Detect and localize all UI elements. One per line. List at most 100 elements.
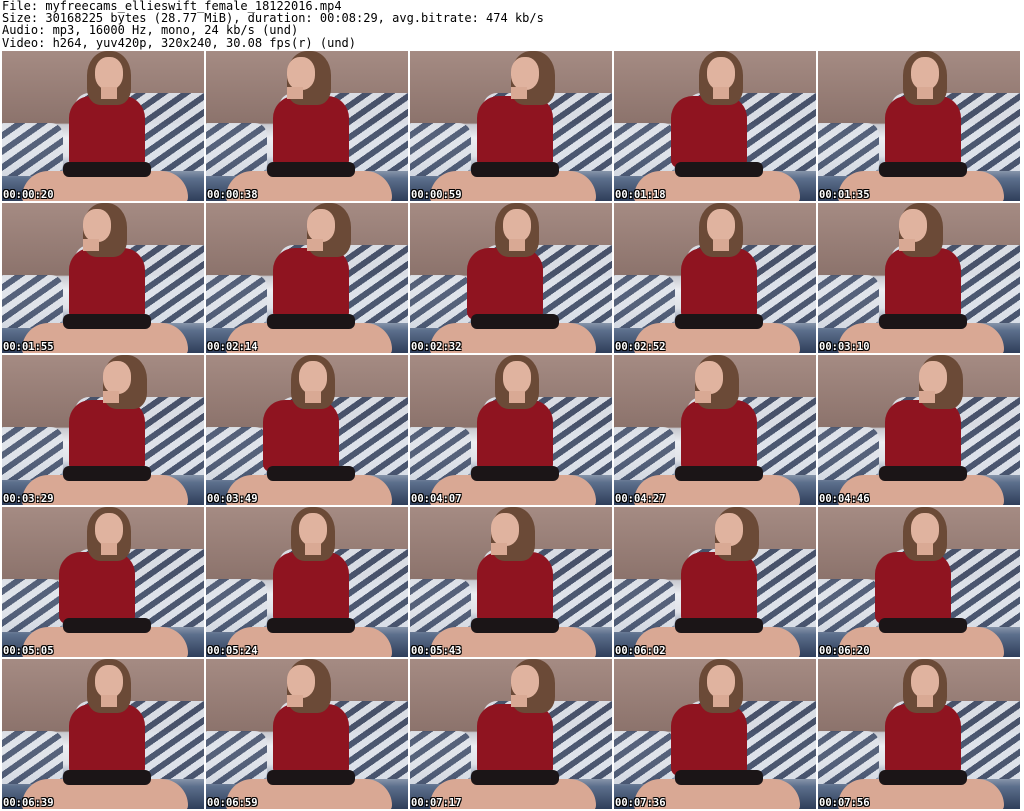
video-thumbnail[interactable]: 00:02:52 <box>614 203 816 353</box>
frame-shirt <box>466 248 544 320</box>
timestamp-label: 00:06:02 <box>615 645 666 657</box>
frame-face <box>694 361 724 394</box>
timestamp-label: 00:00:20 <box>3 189 54 201</box>
video-thumbnail[interactable]: 00:00:59 <box>410 51 612 201</box>
video-thumbnail[interactable]: 00:00:38 <box>206 51 408 201</box>
video-thumbnail[interactable]: 00:04:46 <box>818 355 1020 505</box>
frame-shorts <box>266 162 356 177</box>
frame-face <box>910 57 940 90</box>
video-thumbnail[interactable]: 00:07:56 <box>818 659 1020 809</box>
frame-shorts <box>674 618 764 633</box>
frame-shorts <box>674 162 764 177</box>
frame-shorts <box>470 618 560 633</box>
video-thumbnail[interactable]: 00:07:17 <box>410 659 612 809</box>
timestamp-label: 00:07:36 <box>615 797 666 809</box>
frame-face <box>286 57 316 90</box>
frame-pillow2 <box>410 275 471 328</box>
timestamp-label: 00:02:32 <box>411 341 462 353</box>
frame-shirt <box>670 96 748 168</box>
frame-shirt <box>272 704 350 776</box>
frame-shirt <box>476 704 554 776</box>
frame-pillow2 <box>614 731 675 784</box>
frame-face <box>94 665 124 698</box>
frame-face <box>715 513 744 546</box>
frame-shirt <box>884 704 962 776</box>
timestamp-label: 00:06:59 <box>207 797 258 809</box>
video-thumbnail[interactable]: 00:07:36 <box>614 659 816 809</box>
frame-face <box>919 361 948 394</box>
video-thumbnail[interactable]: 00:06:59 <box>206 659 408 809</box>
frame-face <box>706 665 736 698</box>
frame-shorts <box>62 618 152 633</box>
frame-shirt <box>476 400 554 472</box>
frame-pillow2 <box>410 579 471 632</box>
frame-shorts <box>266 618 356 633</box>
video-thumbnail[interactable]: 00:01:18 <box>614 51 816 201</box>
frame-shorts <box>62 466 152 481</box>
video-thumbnail[interactable]: 00:06:20 <box>818 507 1020 657</box>
timestamp-label: 00:03:49 <box>207 493 258 505</box>
video-thumbnail[interactable]: 00:03:29 <box>2 355 204 505</box>
video-thumbnail[interactable]: 00:03:10 <box>818 203 1020 353</box>
frame-pillow2 <box>410 731 471 784</box>
frame-shirt <box>58 552 136 624</box>
frame-neck <box>508 391 526 403</box>
video-thumbnail[interactable]: 00:05:24 <box>206 507 408 657</box>
frame-shirt <box>272 96 350 168</box>
frame-pillow2 <box>206 123 267 176</box>
video-thumbnail[interactable]: 00:04:27 <box>614 355 816 505</box>
video-thumbnail[interactable]: 00:00:20 <box>2 51 204 201</box>
timestamp-label: 00:07:17 <box>411 797 462 809</box>
frame-neck <box>511 695 528 707</box>
video-thumbnail[interactable]: 00:06:39 <box>2 659 204 809</box>
frame-pillow2 <box>818 731 879 784</box>
frame-face <box>511 57 540 90</box>
frame-neck <box>712 695 730 707</box>
video-thumbnail[interactable]: 00:01:35 <box>818 51 1020 201</box>
frame-pillow2 <box>818 123 879 176</box>
frame-neck <box>304 543 322 555</box>
frame-face <box>298 513 328 546</box>
frame-pillow2 <box>206 427 267 480</box>
video-thumbnail[interactable]: 00:06:02 <box>614 507 816 657</box>
frame-shorts <box>62 314 152 329</box>
frame-face <box>910 665 940 698</box>
timestamp-label: 00:06:20 <box>819 645 870 657</box>
frame-pillow2 <box>818 275 879 328</box>
frame-shorts <box>878 466 968 481</box>
timestamp-label: 00:01:55 <box>3 341 54 353</box>
timestamp-label: 00:07:56 <box>819 797 870 809</box>
frame-shirt <box>68 400 146 472</box>
video-thumbnail[interactable]: 00:02:14 <box>206 203 408 353</box>
frame-pillow2 <box>2 427 63 480</box>
video-thumbnail[interactable]: 00:02:32 <box>410 203 612 353</box>
frame-shirt <box>68 96 146 168</box>
frame-pillow2 <box>410 427 471 480</box>
frame-shirt <box>262 400 340 472</box>
frame-pillow2 <box>614 427 675 480</box>
frame-neck <box>916 543 934 555</box>
video-thumbnail[interactable]: 00:05:43 <box>410 507 612 657</box>
frame-shorts <box>266 770 356 785</box>
frame-face <box>502 361 532 394</box>
timestamp-label: 00:00:38 <box>207 189 258 201</box>
frame-face <box>511 665 540 698</box>
frame-face <box>286 665 316 698</box>
video-thumbnail[interactable]: 00:05:05 <box>2 507 204 657</box>
timestamp-label: 00:01:35 <box>819 189 870 201</box>
video-thumbnail[interactable]: 00:04:07 <box>410 355 612 505</box>
video-thumbnail[interactable]: 00:03:49 <box>206 355 408 505</box>
frame-shirt <box>272 248 350 320</box>
frame-neck <box>715 543 732 555</box>
frame-shirt <box>670 704 748 776</box>
frame-shirt <box>884 96 962 168</box>
video-thumbnail[interactable]: 00:01:55 <box>2 203 204 353</box>
video-info-line: Video: h264, yuv420p, 320x240, 30.08 fps… <box>2 35 357 50</box>
frame-shirt <box>476 96 554 168</box>
frame-shirt <box>680 400 758 472</box>
timestamp-label: 00:03:10 <box>819 341 870 353</box>
frame-shorts <box>62 770 152 785</box>
frame-pillow2 <box>2 123 63 176</box>
frame-pillow2 <box>206 275 267 328</box>
timestamp-label: 00:04:07 <box>411 493 462 505</box>
